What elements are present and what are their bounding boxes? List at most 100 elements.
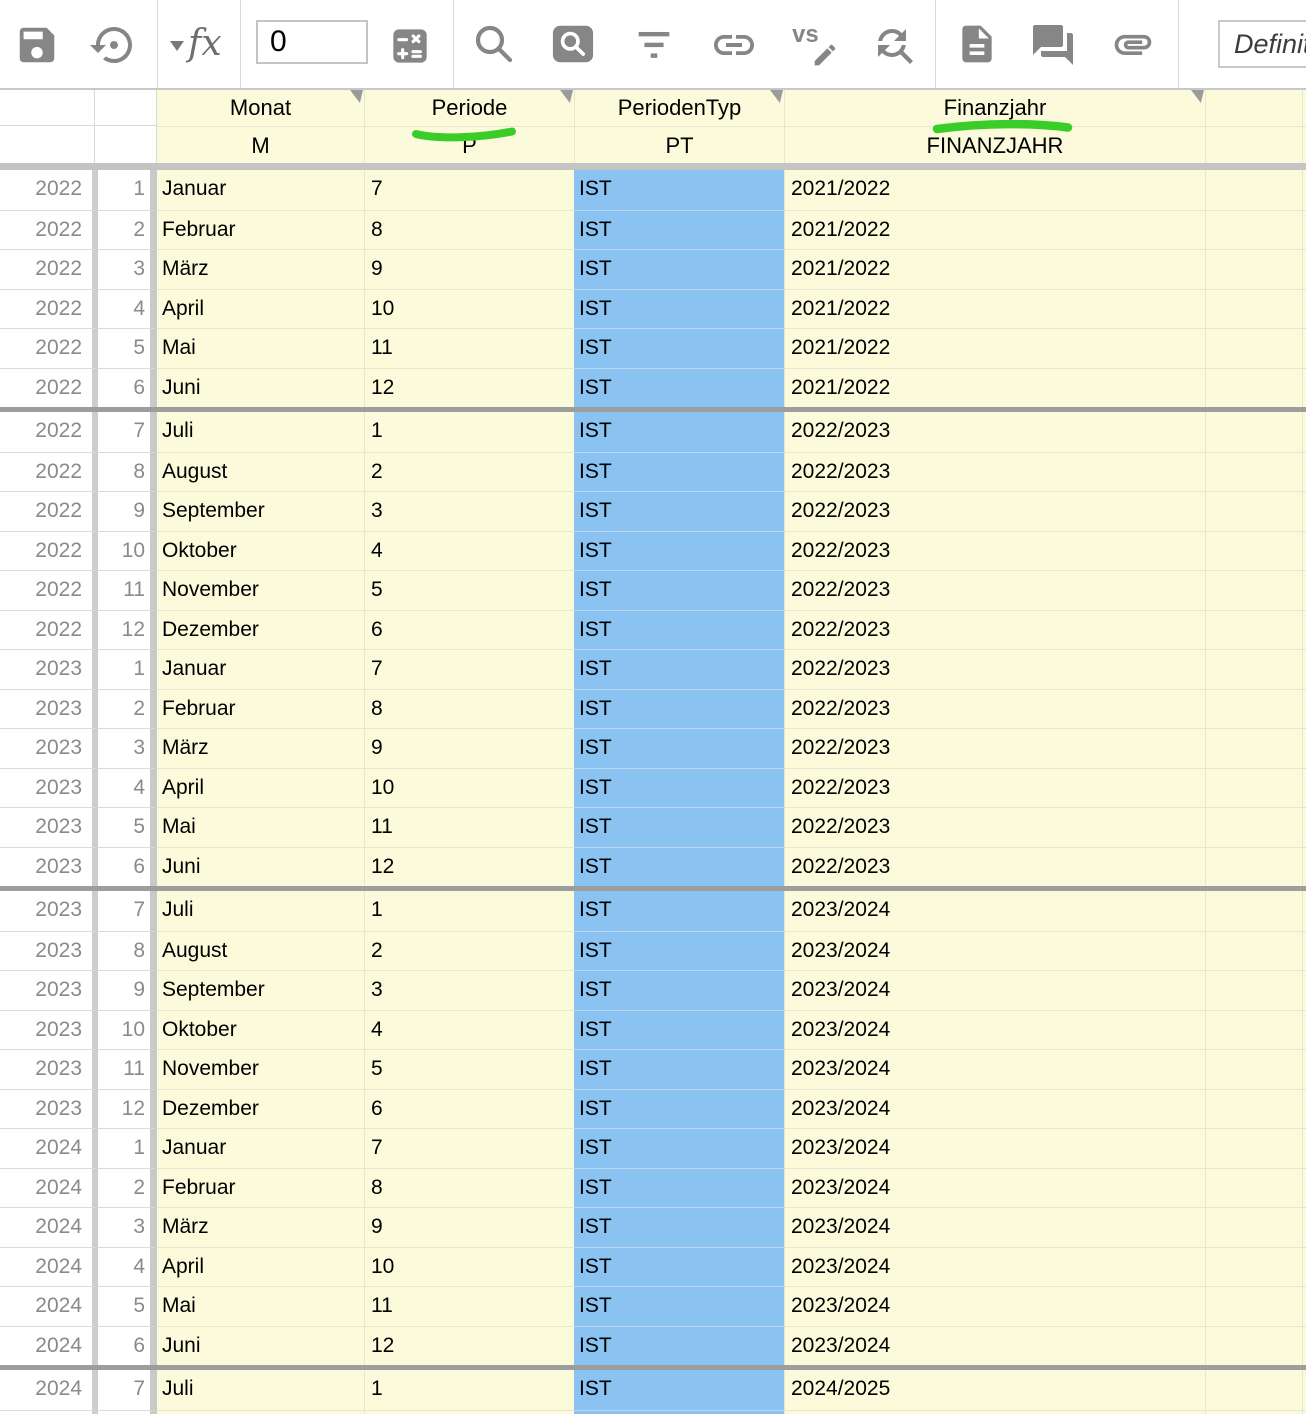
search-in-selection-button[interactable] <box>551 23 595 65</box>
cell-finanzjahr[interactable]: 2023/2024 <box>784 1089 1205 1129</box>
cell-empty[interactable] <box>1205 1326 1302 1366</box>
row-header-month-number[interactable]: 1 <box>98 170 157 210</box>
row-header-month-number[interactable]: 3 <box>98 249 157 289</box>
cell-periode[interactable]: 4 <box>364 531 574 571</box>
cell-empty[interactable] <box>1302 931 1306 971</box>
row-header-month-number[interactable]: 12 <box>98 610 157 650</box>
row-header-month-number[interactable]: 9 <box>98 491 157 531</box>
cell-finanzjahr[interactable]: 2022/2023 <box>784 847 1205 887</box>
cell-finanzjahr[interactable]: 2023/2024 <box>784 1010 1205 1050</box>
row-header-month-number[interactable]: 7 <box>98 1370 157 1410</box>
cell-empty[interactable] <box>1205 891 1302 931</box>
row-header-year[interactable]: 2023 <box>0 649 98 689</box>
cell-empty[interactable] <box>1205 412 1302 452</box>
cell-periode[interactable]: 8 <box>364 1168 574 1208</box>
column-header-monat[interactable]: Monat <box>157 90 364 126</box>
cell-empty[interactable] <box>1302 807 1306 847</box>
row-header-year[interactable]: 2023 <box>0 931 98 971</box>
vs-edit-button[interactable]: vs <box>790 20 840 70</box>
row-header-year[interactable]: 2022 <box>0 452 98 492</box>
cell-periodentyp[interactable]: IST <box>574 531 784 571</box>
cell-empty[interactable] <box>1302 1010 1306 1050</box>
cell-empty[interactable] <box>1205 249 1302 289</box>
row-header-year[interactable]: 2024 <box>0 1128 98 1168</box>
cell-periode[interactable]: 12 <box>364 1326 574 1366</box>
row-header-month-number[interactable]: 10 <box>98 1010 157 1050</box>
cell-periode[interactable]: 9 <box>364 728 574 768</box>
cell-monat[interactable]: April <box>157 289 364 329</box>
column-subheader-empty[interactable] <box>1205 126 1302 163</box>
comments-button[interactable] <box>1029 21 1077 69</box>
cell-monat[interactable]: September <box>157 491 364 531</box>
cell-empty[interactable] <box>1205 210 1302 250</box>
cell-periodentyp[interactable]: IST <box>574 249 784 289</box>
cell-empty[interactable] <box>1205 1089 1302 1129</box>
cell-finanzjahr[interactable]: 2024/2025 <box>784 1370 1205 1410</box>
row-header-year[interactable]: 2022 <box>0 289 98 329</box>
cell-monat[interactable]: Dezember <box>157 1089 364 1129</box>
filter-button[interactable] <box>631 22 677 68</box>
cell-empty[interactable] <box>1205 649 1302 689</box>
row-header-year[interactable]: 2023 <box>0 689 98 729</box>
cell-monat[interactable]: Mai <box>157 807 364 847</box>
cell-monat[interactable]: Juni <box>157 368 364 408</box>
row-header-month-number[interactable]: 6 <box>98 1326 157 1366</box>
cell-empty[interactable] <box>1302 1168 1306 1208</box>
row-header-year[interactable]: 2022 <box>0 610 98 650</box>
cell-finanzjahr[interactable]: 2021/2022 <box>784 289 1205 329</box>
cell-periode[interactable]: 1 <box>364 891 574 931</box>
column-header-empty[interactable] <box>1205 90 1302 126</box>
row-header-year[interactable]: 2023 <box>0 1010 98 1050</box>
cell-finanzjahr[interactable]: 2023/2024 <box>784 970 1205 1010</box>
column-header-finanzjahr[interactable]: Finanzjahr <box>784 90 1205 126</box>
cell-monat[interactable]: Dezember <box>157 610 364 650</box>
cell-finanzjahr[interactable]: 2023/2024 <box>784 1247 1205 1287</box>
cell-periodentyp[interactable]: IST <box>574 689 784 729</box>
column-subheader-empty[interactable] <box>1302 126 1306 163</box>
cell-monat[interactable]: März <box>157 1207 364 1247</box>
cell-periodentyp[interactable]: IST <box>574 931 784 971</box>
cell-empty[interactable] <box>1205 1010 1302 1050</box>
cell-monat[interactable]: Juli <box>157 891 364 931</box>
row-header-year[interactable]: 2022 <box>0 170 98 210</box>
row-header-year[interactable]: 2024 <box>0 1168 98 1208</box>
cell-empty[interactable] <box>1205 1286 1302 1326</box>
row-header-year[interactable]: 2022 <box>0 491 98 531</box>
cell-empty[interactable] <box>1205 170 1302 210</box>
cell-finanzjahr[interactable]: 2023/2024 <box>784 1326 1205 1366</box>
cell-empty[interactable] <box>1205 1049 1302 1089</box>
row-header-year[interactable]: 2022 <box>0 368 98 408</box>
cell-periodentyp[interactable]: IST <box>574 847 784 887</box>
cell-finanzjahr[interactable] <box>784 1410 1205 1414</box>
attachment-button[interactable] <box>1106 22 1160 66</box>
cell-monat[interactable]: März <box>157 728 364 768</box>
cell-finanzjahr[interactable]: 2022/2023 <box>784 570 1205 610</box>
row-header-month-number[interactable]: 4 <box>98 1247 157 1287</box>
cell-periodentyp[interactable]: IST <box>574 1049 784 1089</box>
formula-dropdown-button[interactable]: fx <box>170 26 222 62</box>
cell-periodentyp[interactable]: IST <box>574 491 784 531</box>
cell-periode[interactable]: 4 <box>364 1010 574 1050</box>
row-header-month-number[interactable] <box>98 1410 157 1414</box>
cell-empty[interactable] <box>1302 1049 1306 1089</box>
cell-empty[interactable] <box>1302 570 1306 610</box>
cell-monat[interactable]: September <box>157 970 364 1010</box>
cell-monat[interactable]: März <box>157 249 364 289</box>
corner-cell[interactable] <box>95 90 157 126</box>
row-header-month-number[interactable]: 3 <box>98 728 157 768</box>
cell-periodentyp[interactable]: IST <box>574 1247 784 1287</box>
cell-monat[interactable]: Februar <box>157 689 364 729</box>
cell-finanzjahr[interactable]: 2022/2023 <box>784 649 1205 689</box>
cell-empty[interactable] <box>1205 368 1302 408</box>
cell-finanzjahr[interactable]: 2022/2023 <box>784 728 1205 768</box>
cell-empty[interactable] <box>1302 368 1306 408</box>
cell-periodentyp[interactable]: IST <box>574 412 784 452</box>
cell-empty[interactable] <box>1205 768 1302 808</box>
cell-finanzjahr[interactable]: 2022/2023 <box>784 491 1205 531</box>
cell-periodentyp[interactable]: IST <box>574 649 784 689</box>
cell-empty[interactable] <box>1302 610 1306 650</box>
cell-periodentyp[interactable]: IST <box>574 610 784 650</box>
row-header-year[interactable]: 2024 <box>0 1207 98 1247</box>
corner-cell[interactable] <box>95 126 157 163</box>
cell-periodentyp[interactable]: IST <box>574 1286 784 1326</box>
